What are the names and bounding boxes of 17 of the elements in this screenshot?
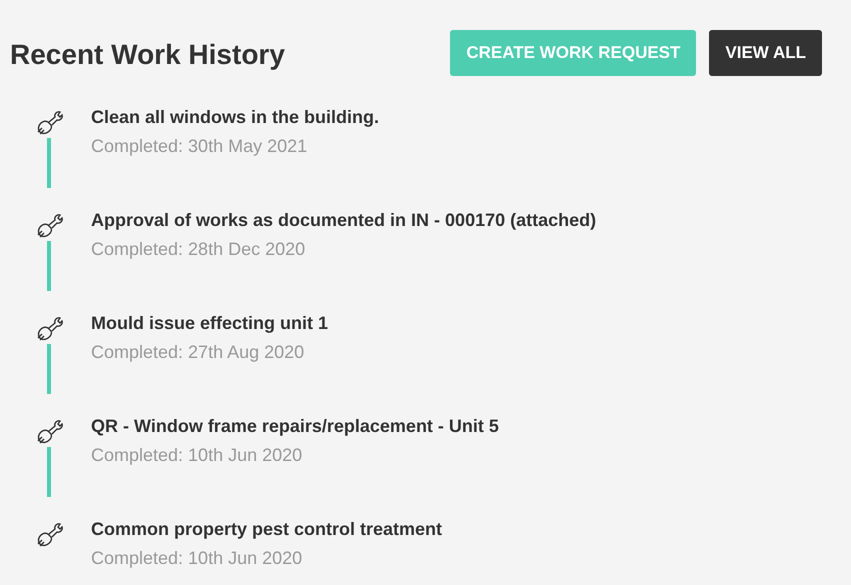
plug-wrench-icon [35,316,63,342]
work-title: QR - Window frame repairs/replacement - Unit 5 [91,415,499,438]
plug-wrench-icon [35,213,63,239]
work-title: Mould issue effecting unit 1 [91,312,328,335]
plug-wrench-icon [35,110,63,136]
work-title: Approval of works as documented in IN - 000170 (attached) [91,209,596,232]
page-title: Recent Work History [10,38,285,72]
work-title: Common property pest control treatment [91,518,442,541]
completed-date: Completed: 30th May 2021 [91,135,308,158]
completed-date: Completed: 28th Dec 2020 [91,238,306,261]
completed-date: Completed: 10th Jun 2020 [91,547,304,570]
plug-wrench-icon [35,522,63,548]
view-all-button[interactable]: VIEW ALL [709,30,822,76]
completed-date: Completed: 10th Jun 2020 [91,444,304,467]
completed-date: Completed: 27th Aug 2020 [91,341,306,364]
work-title: Clean all windows in the building. [91,106,380,129]
plug-wrench-icon [35,419,63,445]
